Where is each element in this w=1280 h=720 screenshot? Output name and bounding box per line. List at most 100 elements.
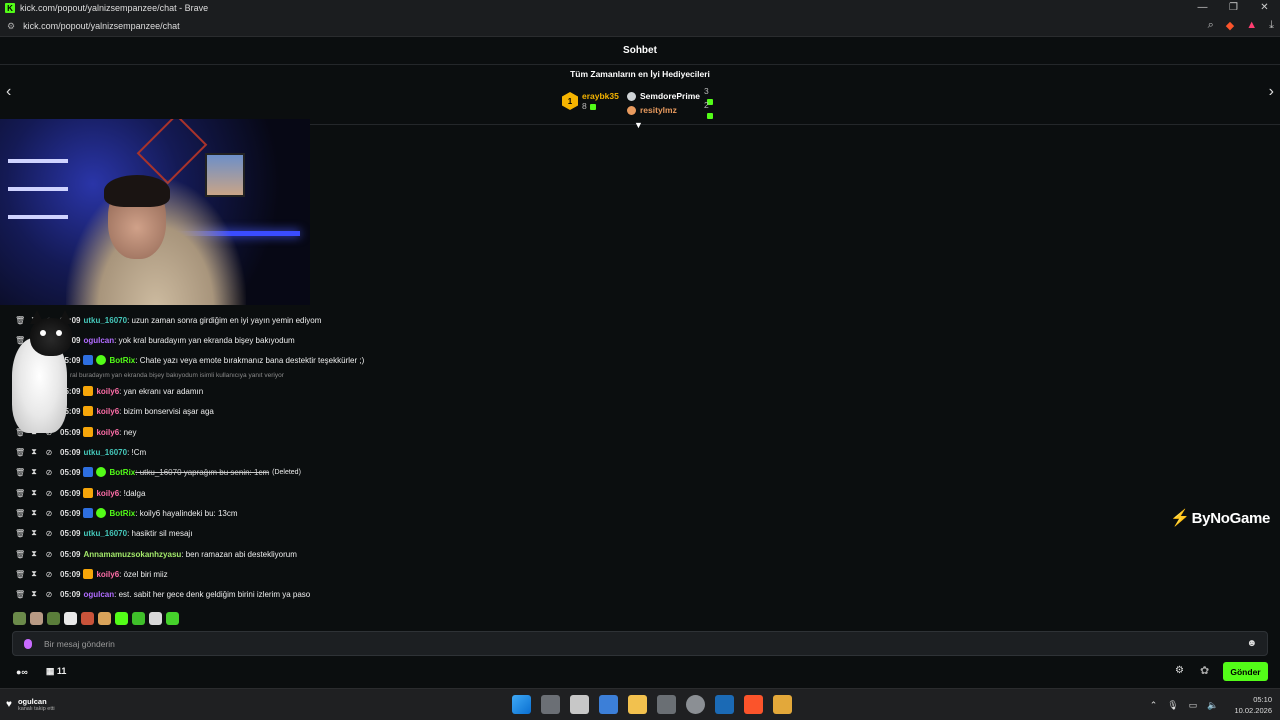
username[interactable]: koily6 (96, 407, 119, 416)
delete-icon[interactable]: 🗑 (15, 570, 25, 579)
snipping-tool-icon[interactable] (570, 695, 589, 714)
delete-icon[interactable]: 🗑 (15, 590, 25, 599)
username[interactable]: koily6 (96, 387, 119, 396)
chat-message-input[interactable] (44, 638, 1194, 649)
username[interactable]: koily6 (96, 489, 119, 498)
ban-icon[interactable]: ⊘ (45, 550, 53, 559)
points-icon[interactable]: ●∞ (16, 667, 28, 677)
emote-icon[interactable] (30, 612, 43, 625)
timeout-icon[interactable]: ⧗ (30, 528, 38, 538)
heart-icon: ♥ (6, 699, 12, 710)
reply-preview[interactable]: ral buradayım yan ekranda bişey bakıyodu… (70, 372, 284, 379)
delete-icon[interactable]: 🗑 (15, 529, 25, 538)
timeout-icon[interactable]: ⧗ (30, 508, 38, 518)
username[interactable]: utku_16070 (83, 448, 127, 457)
username[interactable]: ogulcan (83, 336, 114, 345)
emoji-picker-icon[interactable]: ☻ (1246, 638, 1257, 649)
bynogame-watermark: ⚡ ByNoGame (1170, 509, 1271, 528)
emote-icon[interactable] (115, 612, 128, 625)
timeout-icon[interactable]: ⧗ (30, 589, 38, 599)
emote-icon[interactable] (47, 612, 60, 625)
system-tray: ⌃ 🎙 ▭ 🔈 05:10 10.02.2026 (1150, 694, 1272, 716)
chevron-up-icon[interactable]: ⌃ (1150, 700, 1158, 711)
username[interactable]: BotRix (109, 356, 135, 365)
rank-badge: 1 (562, 92, 578, 110)
emote-icon[interactable] (166, 612, 179, 625)
timeout-icon[interactable]: ⧗ (30, 549, 38, 559)
emote-icon[interactable] (64, 612, 77, 625)
gifter-first[interactable]: 1 eraybk35 8 (562, 91, 619, 111)
gifter-second[interactable]: SemdorePrime 3 (627, 86, 713, 105)
username[interactable]: ogulcan (83, 590, 114, 599)
gifter-count: 8 (582, 101, 587, 111)
ban-icon[interactable]: ⊘ (45, 529, 53, 538)
delete-icon[interactable]: 🗑 (15, 509, 25, 518)
minimize-icon[interactable]: — (1187, 0, 1218, 16)
ban-icon[interactable]: ⊘ (45, 448, 53, 457)
file-explorer-icon[interactable] (628, 695, 647, 714)
chat-message: 🗑 ⧗ ⊘ 05:09 BotRix: utku_16070 yaprağım bu… (15, 467, 301, 477)
delete-icon[interactable]: 🗑 (15, 448, 25, 457)
chevron-right-icon[interactable]: › (1269, 83, 1274, 101)
gift-icon (589, 103, 596, 110)
collapse-icon[interactable]: ▼ (634, 120, 643, 130)
username[interactable]: utku_16070 (83, 316, 127, 325)
delete-icon[interactable]: 🗑 (15, 468, 25, 477)
address-bar: ⚙ kick.com/popout/yalnizsempanzee/chat ⌕… (0, 16, 1280, 37)
username[interactable]: BotRix (109, 468, 135, 477)
emote-icon[interactable] (13, 612, 26, 625)
windows-start-icon[interactable] (512, 695, 531, 714)
video-editor-icon[interactable] (657, 695, 676, 714)
username[interactable]: utku_16070 (83, 529, 127, 538)
verified-badge-icon (96, 508, 107, 518)
emote-icon[interactable] (81, 612, 94, 625)
task-view-icon[interactable] (541, 695, 560, 714)
steam-icon[interactable] (715, 695, 734, 714)
ban-icon[interactable]: ⊘ (45, 570, 53, 579)
restore-icon[interactable]: ❐ (1218, 0, 1249, 16)
photos-icon[interactable] (599, 695, 618, 714)
brave-rewards-icon[interactable]: ▲ (1246, 19, 1257, 32)
ban-icon[interactable]: ⊘ (45, 489, 53, 498)
bot-badge-icon (83, 467, 94, 477)
network-icon[interactable]: ▭ (1189, 700, 1198, 711)
zoom-icon[interactable]: ⌕ (1208, 19, 1214, 32)
chat-footer-left: ●∞ ▦ 11 (16, 666, 66, 677)
microphone-tray-icon[interactable]: 🎙 (1167, 700, 1178, 711)
delete-icon[interactable]: 🗑 (15, 550, 25, 559)
delete-icon[interactable]: 🗑 (15, 489, 25, 498)
ban-icon[interactable]: ⊘ (45, 468, 53, 477)
brave-icon[interactable] (744, 695, 763, 714)
emote-icon[interactable] (149, 612, 162, 625)
microphone-icon[interactable] (24, 638, 32, 649)
verified-badge-icon (96, 467, 107, 477)
timeout-icon[interactable]: ⧗ (30, 488, 38, 498)
gift-sub-icon[interactable]: ✿ (1200, 664, 1209, 677)
bynogame-logo-icon: ⚡ (1170, 510, 1190, 527)
send-button[interactable]: Gönder (1223, 662, 1268, 681)
ban-icon[interactable]: ⊘ (45, 509, 53, 518)
gifter-third[interactable]: resitylmz 2 (627, 100, 713, 119)
download-icon[interactable]: ⤓ (1269, 19, 1274, 32)
site-settings-icon[interactable]: ⚙ (7, 21, 15, 32)
volume-icon[interactable]: 🔈 (1207, 700, 1218, 711)
username[interactable]: Annamamuzsokanhzyasu (83, 550, 181, 559)
chat-message: 🗑 ⧗ ⊘ 05:09 ogulcan: est. sabit her gece d… (15, 589, 311, 599)
username[interactable]: koily6 (96, 428, 119, 437)
username[interactable]: BotRix (109, 509, 135, 518)
emote-icon[interactable] (132, 612, 145, 625)
timeout-icon[interactable]: ⧗ (30, 467, 38, 477)
timeout-icon[interactable]: ⧗ (30, 447, 38, 457)
url-text[interactable]: kick.com/popout/yalnizsempanzee/chat (23, 21, 180, 31)
timeout-icon[interactable]: ⧗ (30, 569, 38, 579)
chevron-left-icon[interactable]: ‹ (6, 83, 11, 101)
media-player-icon[interactable] (773, 695, 792, 714)
close-icon[interactable]: ✕ (1249, 0, 1280, 16)
obs-icon[interactable] (686, 695, 705, 714)
chat-settings-icon[interactable]: ⚙ (1175, 665, 1184, 676)
clock[interactable]: 05:10 10.02.2026 (1234, 694, 1272, 716)
ban-icon[interactable]: ⊘ (45, 590, 53, 599)
emote-icon[interactable] (98, 612, 111, 625)
brave-shields-icon[interactable]: ◆ (1226, 19, 1234, 32)
username[interactable]: koily6 (96, 570, 119, 579)
